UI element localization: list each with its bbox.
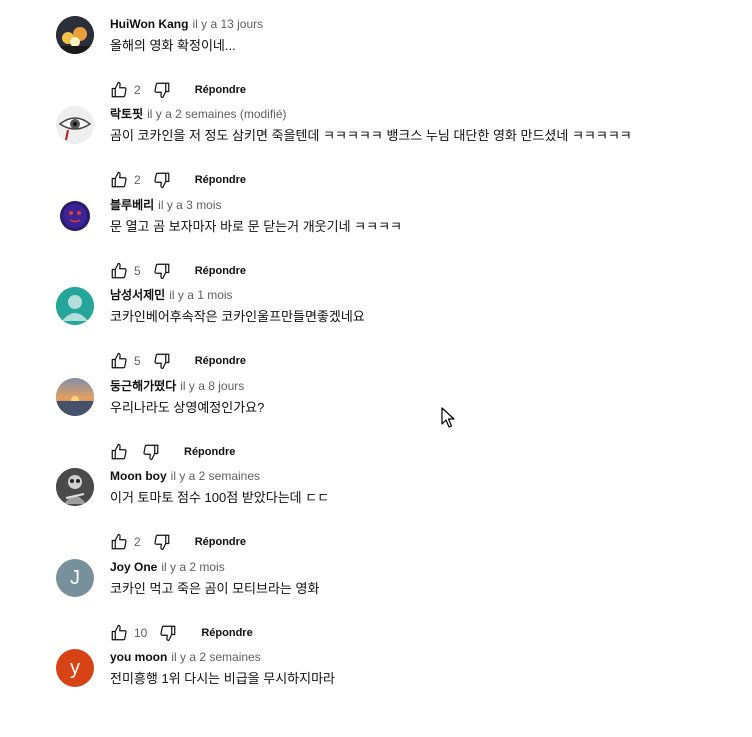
comment-item: 둥근해가떴다 il y a 8 jours 우리나라도 상영예정인가요? Répo… (56, 378, 736, 466)
thumbs-down-icon[interactable] (151, 351, 173, 371)
avatar[interactable] (56, 197, 94, 235)
avatar-image (56, 106, 94, 144)
comment-actions: Répondre (108, 442, 235, 462)
thumbs-up-icon[interactable] (108, 170, 130, 190)
comment-item: 블루베리 il y a 3 mois 문 열고 곰 보자마자 바로 문 닫는거 개… (56, 197, 736, 285)
comment-actions: 2 Répondre (108, 80, 246, 100)
thumbs-up-icon[interactable] (108, 442, 130, 462)
comment-actions: 5 Répondre (108, 261, 246, 281)
comment-actions: 2 Répondre (108, 170, 246, 190)
like-count: 2 (134, 173, 141, 187)
thumbs-up-icon[interactable] (108, 532, 130, 552)
comment-header: 남성서제민 il y a 1 mois (110, 287, 233, 303)
sunset-avatar-image (56, 378, 94, 416)
like-count: 10 (134, 626, 148, 640)
thumbs-down-icon[interactable] (151, 170, 173, 190)
comment-text: 코카인베어후속작은 코카인울프만들면좋겠네요 (110, 309, 365, 324)
reply-button[interactable]: Répondre (195, 84, 246, 96)
like-count: 2 (134, 83, 141, 97)
comment-item: y you moon il y a 2 semaines 전미흥행 1위 다시는 … (56, 649, 736, 737)
reply-button[interactable]: Répondre (195, 174, 246, 186)
mouse-cursor-icon (441, 407, 457, 434)
comment-actions: 5 Répondre (108, 351, 246, 371)
comment-time[interactable]: il y a 2 semaines (modifié) (147, 107, 286, 121)
comment-time[interactable]: il y a 13 jours (192, 17, 263, 31)
avatar[interactable] (56, 468, 94, 506)
comment-actions: 2 Répondre (108, 532, 246, 552)
reply-button[interactable]: Répondre (195, 355, 246, 367)
avatar[interactable] (56, 378, 94, 416)
comment-text: 올해의 영화 확정이네... (110, 38, 236, 53)
comment-time[interactable]: il y a 2 semaines (171, 650, 260, 664)
avatar-image (56, 16, 94, 54)
comment-author[interactable]: HuiWon Kang (110, 17, 188, 31)
comment-author[interactable]: 블루베리 (110, 198, 154, 212)
avatar[interactable] (56, 16, 94, 54)
comment-text: 곰이 코카인을 저 정도 삼키면 죽을텐데 ㅋㅋㅋㅋㅋ 뱅크스 누님 대단한 영… (110, 128, 632, 143)
thumbs-down-icon[interactable] (151, 261, 173, 281)
reply-button[interactable]: Répondre (201, 627, 252, 639)
comment-item: Moon boy il y a 2 semaines 이거 토마토 점수 100점… (56, 468, 736, 556)
thumbs-down-icon[interactable] (157, 623, 179, 643)
comment-time[interactable]: il y a 1 mois (169, 288, 232, 302)
thumbs-down-icon[interactable] (140, 442, 162, 462)
comment-text: 전미흥행 1위 다시는 비급을 무시하지마라 (110, 671, 335, 686)
comment-time[interactable]: il y a 2 semaines (171, 469, 260, 483)
reply-button[interactable]: Répondre (195, 265, 246, 277)
comment-author[interactable]: 락토핏 (110, 107, 143, 121)
comment-text: 우리나라도 상영예정인가요? (110, 400, 265, 415)
avatar[interactable] (56, 287, 94, 325)
reply-button[interactable]: Répondre (195, 536, 246, 548)
comment-actions: 10 Répondre (108, 623, 253, 643)
thumbs-down-icon[interactable] (151, 80, 173, 100)
like-count: 5 (134, 354, 141, 368)
comment-item: HuiWon Kang il y a 13 jours 올해의 영화 확정이네..… (56, 16, 736, 104)
comment-item: 남성서제민 il y a 1 mois 코카인베어후속작은 코카인울프만들면좋겠네… (56, 287, 736, 375)
thumbs-up-icon[interactable] (108, 80, 130, 100)
comment-author[interactable]: Moon boy (110, 469, 167, 483)
comment-text: 문 열고 곰 보자마자 바로 문 닫는거 개웃기네 ㅋㅋㅋㅋ (110, 219, 403, 234)
comment-author[interactable]: you moon (110, 650, 167, 664)
comment-item: 락토핏 il y a 2 semaines (modifié) 곰이 코카인을 저… (56, 106, 736, 194)
comment-time[interactable]: il y a 2 mois (161, 560, 224, 574)
avatar[interactable]: y (56, 649, 94, 687)
comment-item: J Joy One il y a 2 mois 코카인 먹고 죽은 곰이 모티브라… (56, 559, 736, 647)
avatar-image (56, 468, 94, 506)
comment-header: Joy One il y a 2 mois (110, 559, 225, 575)
avatar[interactable] (56, 106, 94, 144)
comment-header: 둥근해가떴다 il y a 8 jours (110, 378, 244, 394)
like-count: 5 (134, 264, 141, 278)
comment-header: HuiWon Kang il y a 13 jours (110, 16, 263, 32)
comment-time[interactable]: il y a 3 mois (158, 198, 221, 212)
comment-text: 코카인 먹고 죽은 곰이 모티브라는 영화 (110, 581, 320, 596)
avatar-letter: y (70, 656, 80, 679)
comment-header: 블루베리 il y a 3 mois (110, 197, 222, 213)
avatar-letter: J (70, 566, 80, 589)
comment-header: Moon boy il y a 2 semaines (110, 468, 260, 484)
comment-header: you moon il y a 2 semaines (110, 649, 261, 665)
person-icon (56, 287, 94, 325)
comment-author[interactable]: Joy One (110, 560, 157, 574)
thumbs-up-icon[interactable] (108, 351, 130, 371)
avatar-image (56, 197, 94, 235)
thumbs-down-icon[interactable] (151, 532, 173, 552)
avatar[interactable]: J (56, 559, 94, 597)
thumbs-up-icon[interactable] (108, 261, 130, 281)
comment-time[interactable]: il y a 8 jours (180, 379, 244, 393)
comment-text: 이거 토마토 점수 100점 받았다는데 ㄷㄷ (110, 490, 330, 505)
comment-author[interactable]: 남성서제민 (110, 288, 165, 302)
comment-author[interactable]: 둥근해가떴다 (110, 379, 176, 393)
like-count: 2 (134, 535, 141, 549)
thumbs-up-icon[interactable] (108, 623, 130, 643)
reply-button[interactable]: Répondre (184, 446, 235, 458)
comment-header: 락토핏 il y a 2 semaines (modifié) (110, 106, 287, 122)
